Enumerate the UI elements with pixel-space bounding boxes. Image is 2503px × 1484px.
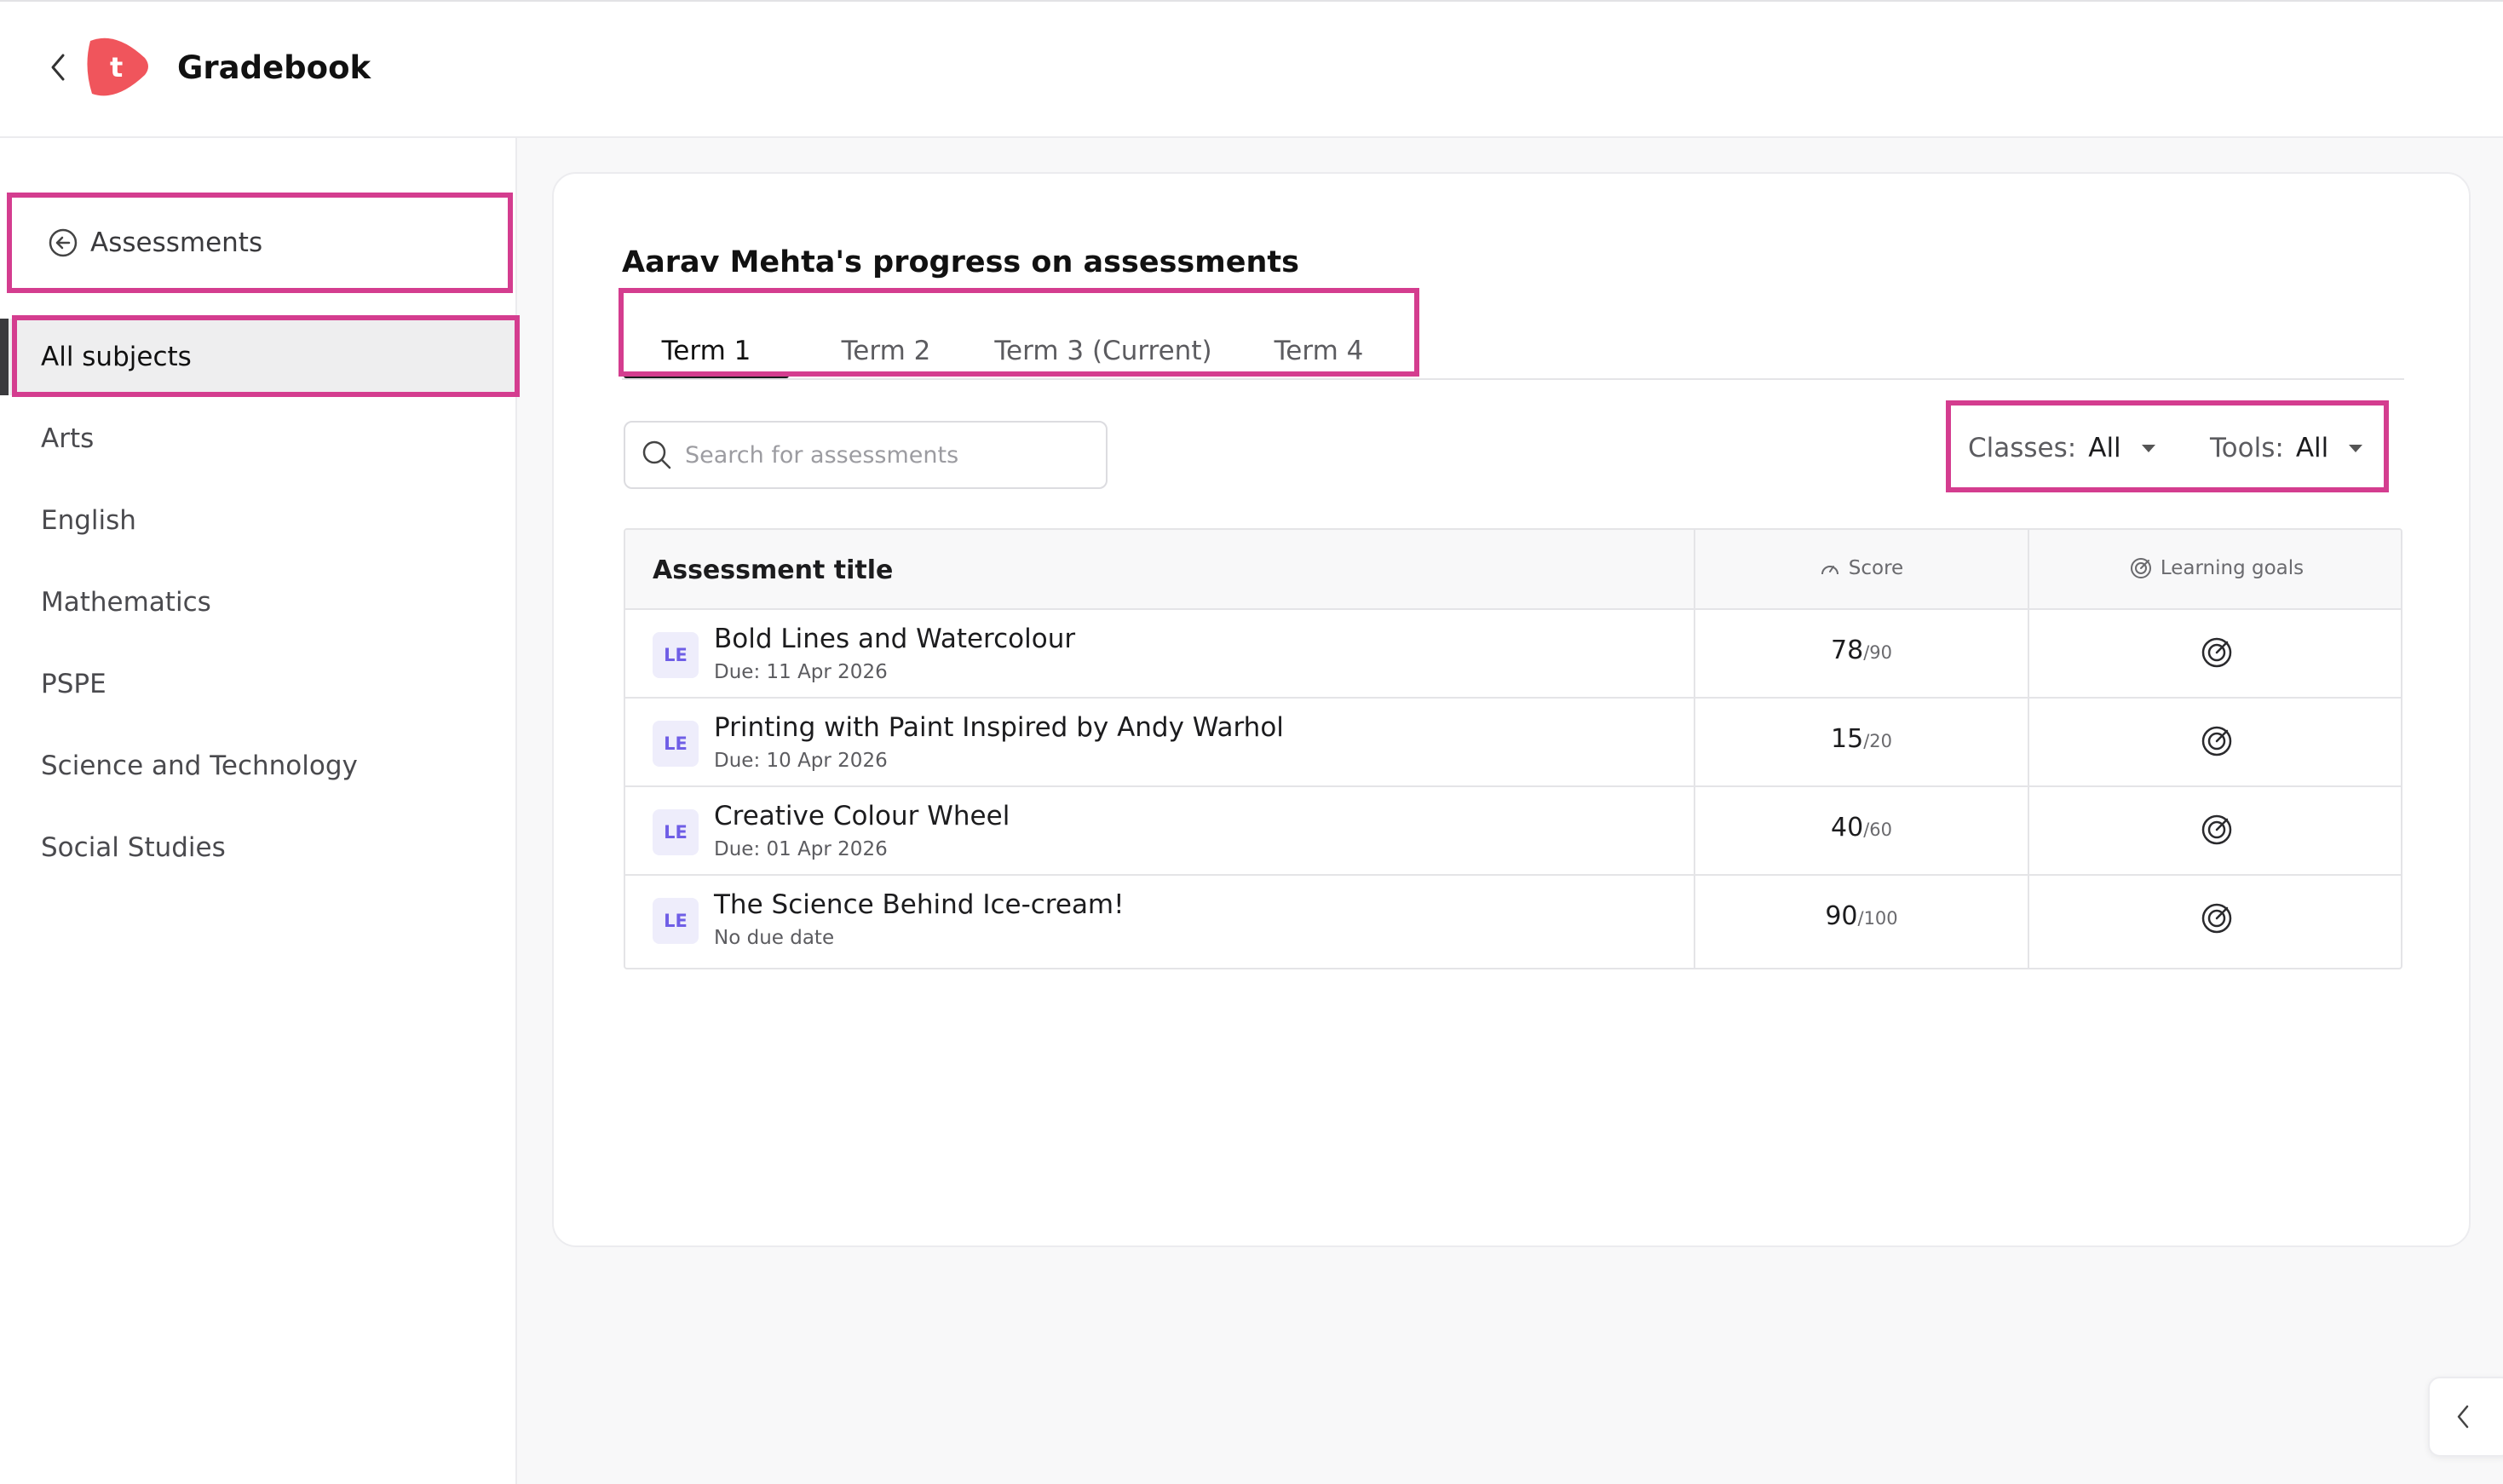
table-row[interactable]: LE Creative Colour Wheel Due: 01 Apr 202…	[625, 787, 2401, 876]
classes-filter-label: Classes:	[1968, 433, 2077, 463]
search-icon	[642, 440, 671, 469]
column-header-learning-goals-label: Learning goals	[2160, 557, 2304, 579]
assessment-type-badge: LE	[653, 809, 699, 855]
score-max: /20	[1863, 731, 1892, 751]
page-title: Aarav Mehta's progress on assessments	[622, 245, 1299, 279]
chevron-left-icon	[51, 54, 65, 81]
caret-down-icon	[2141, 444, 2155, 452]
arrow-left-circle-icon	[49, 228, 78, 257]
score-max: /90	[1863, 642, 1892, 663]
tools-filter-label: Tools:	[2210, 433, 2284, 463]
sidebar-item-mathematics[interactable]: Mathematics	[0, 564, 517, 641]
assessment-title[interactable]: Printing with Paint Inspired by Andy War…	[714, 712, 1284, 743]
target-icon[interactable]	[2200, 813, 2234, 847]
tab-term-3-current[interactable]: Term 3 (Current)	[980, 324, 1227, 378]
assessment-due-date: Due: 01 Apr 2026	[714, 838, 888, 860]
app-header: t Gradebook	[0, 0, 2503, 138]
assessment-type-badge: LE	[653, 632, 699, 678]
assessment-score: 78/90	[1695, 636, 2028, 665]
column-header-learning-goals: Learning goals	[2029, 557, 2401, 579]
target-icon[interactable]	[2200, 636, 2234, 670]
assessments-back-link[interactable]: Assessments	[7, 193, 513, 293]
score-value: 40	[1831, 813, 1864, 843]
tools-filter-dropdown[interactable]: Tools: All	[2210, 426, 2363, 470]
sidebar-item-arts[interactable]: Arts	[0, 400, 517, 477]
app-logo: t	[82, 32, 150, 101]
assessment-type-badge: LE	[653, 721, 699, 767]
expand-panel-button[interactable]	[2428, 1377, 2503, 1457]
column-header-title: Assessment title	[653, 555, 894, 585]
score-max: /100	[1857, 908, 1898, 929]
learning-goals-cell	[2029, 901, 2401, 935]
score-value: 15	[1831, 724, 1864, 754]
sidebar: Assessments All subjects Arts English Ma…	[0, 138, 520, 1484]
column-header-score-label: Score	[1848, 557, 1904, 579]
sidebar-item-social-studies[interactable]: Social Studies	[0, 809, 517, 886]
search-input[interactable]	[685, 441, 1094, 469]
tabs-divider	[622, 378, 2404, 380]
sidebar-item-pspe[interactable]: PSPE	[0, 646, 517, 722]
caret-down-icon	[2349, 444, 2363, 452]
tab-term-1[interactable]: Term 1	[624, 324, 789, 378]
target-icon[interactable]	[2200, 724, 2234, 758]
assessment-title[interactable]: Creative Colour Wheel	[714, 801, 1010, 831]
assessments-back-label: Assessments	[90, 227, 263, 258]
assessments-table: Assessment title Score Learning goals LE…	[624, 528, 2402, 969]
svg-text:t: t	[110, 51, 123, 83]
learning-goals-cell	[2029, 724, 2401, 758]
sidebar-item-english[interactable]: English	[0, 482, 517, 559]
table-row[interactable]: LE Bold Lines and Watercolour Due: 11 Ap…	[625, 610, 2401, 699]
assessment-title[interactable]: The Science Behind Ice-cream!	[714, 889, 1125, 920]
assessment-due-date: Due: 10 Apr 2026	[714, 750, 888, 772]
progress-card: Aarav Mehta's progress on assessments Te…	[552, 172, 2471, 1247]
target-icon	[2130, 558, 2151, 578]
assessment-title[interactable]: Bold Lines and Watercolour	[714, 624, 1075, 654]
classes-filter-value: All	[2088, 433, 2121, 463]
target-icon[interactable]	[2200, 901, 2234, 935]
tab-term-2[interactable]: Term 2	[809, 324, 963, 378]
score-max: /60	[1863, 820, 1892, 840]
assessment-score: 15/20	[1695, 724, 2028, 754]
assessment-type-badge: LE	[653, 898, 699, 944]
back-button[interactable]	[43, 49, 73, 86]
classes-filter-dropdown[interactable]: Classes: All	[1968, 426, 2155, 470]
gauge-icon	[1821, 566, 1838, 575]
score-value: 90	[1825, 901, 1858, 931]
assessment-due-date: No due date	[714, 927, 835, 949]
active-tab-indicator	[624, 373, 789, 378]
assessment-score: 40/60	[1695, 813, 2028, 843]
table-row[interactable]: LE The Science Behind Ice-cream! No due …	[625, 876, 2401, 964]
chevron-left-icon	[2457, 1405, 2469, 1429]
assessment-due-date: Due: 11 Apr 2026	[714, 661, 888, 683]
search-box	[624, 421, 1108, 489]
score-value: 78	[1831, 636, 1864, 665]
table-row[interactable]: LE Printing with Paint Inspired by Andy …	[625, 699, 2401, 787]
sidebar-item-all-subjects[interactable]: All subjects	[0, 319, 517, 395]
learning-goals-cell	[2029, 813, 2401, 847]
tools-filter-value: All	[2295, 433, 2329, 463]
column-header-score: Score	[1695, 557, 2028, 579]
table-header: Assessment title Score Learning goals	[625, 530, 2401, 610]
assessment-score: 90/100	[1695, 901, 2028, 931]
sidebar-item-science-and-technology[interactable]: Science and Technology	[0, 728, 517, 804]
tab-term-4[interactable]: Term 4	[1242, 324, 1395, 378]
learning-goals-cell	[2029, 636, 2401, 670]
app-title: Gradebook	[177, 49, 371, 86]
